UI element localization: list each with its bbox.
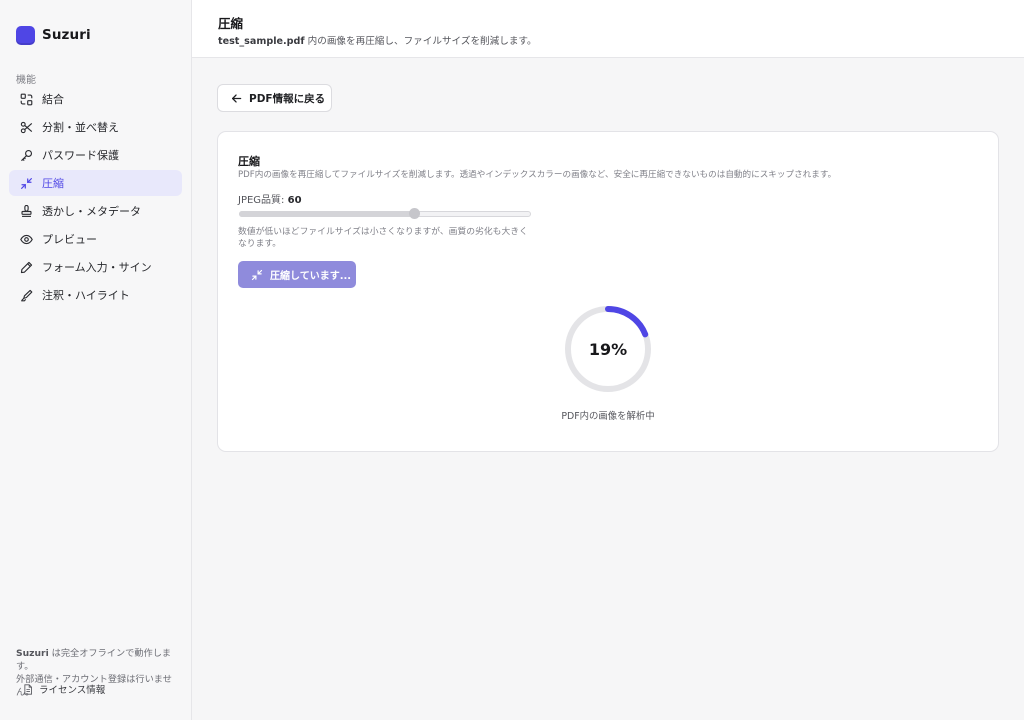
footer-brand: Suzuri [16,648,49,659]
sidebar-item-label: 透かし・メタデータ [42,205,141,218]
jpeg-quality-label: JPEG品質: 60 [238,191,302,206]
page-title: 圧縮 [218,16,244,31]
sidebar-item-label: フォーム入力・サイン [42,261,152,274]
sidebar-item-watermark-metadata[interactable]: 透かし・メタデータ [9,198,182,224]
stamp-icon [19,204,33,218]
key-icon [19,148,33,162]
sidebar-item-label: 注釈・ハイライト [42,289,130,302]
progress-percent: 19% [588,339,628,359]
highlighter-icon [19,288,33,302]
sidebar-item-label: 圧縮 [42,177,64,190]
card-title: 圧縮 [238,155,260,168]
sidebar-item-annotate-highlight[interactable]: 注釈・ハイライト [9,282,182,308]
sidebar-item-label: 分割・並べ替え [42,121,119,134]
sidebar-item-merge[interactable]: 結合 [9,86,182,112]
sidebar: Suzuri 機能 結合 分割・並べ替え パスワード保護 圧縮 透かし・メタデー… [0,0,192,720]
compress-card: 圧縮 PDF内の画像を再圧縮してファイルサイズを削減します。透過やインデックスカ… [217,131,999,452]
compress-button-label: 圧縮しています... [270,271,352,282]
sidebar-nav: 結合 分割・並べ替え パスワード保護 圧縮 透かし・メタデータ プレビュー フォ… [9,86,182,310]
sidebar-item-password[interactable]: パスワード保護 [9,142,182,168]
arrow-left-icon [232,93,242,103]
card-description: PDF内の画像を再圧縮してファイルサイズを削減します。透過やインデックスカラーの… [238,170,837,180]
back-button-label: PDF情報に戻る [249,92,326,105]
compress-button[interactable]: 圧縮しています... [238,261,356,288]
license-link[interactable]: ライセンス情報 [23,682,105,696]
sidebar-item-label: プレビュー [42,233,97,246]
sidebar-item-label: パスワード保護 [42,149,119,162]
slider-fill [239,211,415,217]
slider-thumb[interactable] [409,208,421,219]
sidebar-item-preview[interactable]: プレビュー [9,226,182,252]
brand[interactable]: Suzuri [16,25,91,45]
sidebar-item-split-reorder[interactable]: 分割・並べ替え [9,114,182,140]
document-icon [24,683,32,695]
sidebar-section-label: 機能 [16,75,36,86]
page-subtitle: test_sample.pdf 内の画像を再圧縮し、ファイルサイズを削減します。 [218,33,537,47]
pen-icon [19,260,33,274]
scissors-icon [19,120,33,134]
eye-icon [19,232,33,246]
page-header: 圧縮 test_sample.pdf 内の画像を再圧縮し、ファイルサイズを削減し… [192,0,1024,58]
jpeg-quality-slider[interactable] [239,208,531,219]
quality-label-text: JPEG品質: [238,195,288,206]
quality-hint: 数値が低いほどファイルサイズは小さくなりますが、画質の劣化も大きくなります。 [238,227,528,249]
compress-icon [19,176,33,190]
app-name: Suzuri [42,27,91,43]
sidebar-item-compress[interactable]: 圧縮 [9,170,182,196]
back-to-pdf-info-button[interactable]: PDF情報に戻る [217,84,332,112]
subtitle-text: 内の画像を再圧縮し、ファイルサイズを削減します。 [304,36,537,47]
progress-caption: PDF内の画像を解析中 [561,411,655,422]
sidebar-item-label: 結合 [42,93,64,106]
merge-icon [19,92,33,106]
sidebar-item-form-sign[interactable]: フォーム入力・サイン [9,254,182,280]
license-label: ライセンス情報 [39,685,106,696]
quality-value: 60 [287,195,302,206]
file-name: test_sample.pdf [218,36,305,47]
app-logo-icon [16,25,35,45]
progress-ring: 19% [563,304,653,394]
compress-icon [251,269,263,280]
